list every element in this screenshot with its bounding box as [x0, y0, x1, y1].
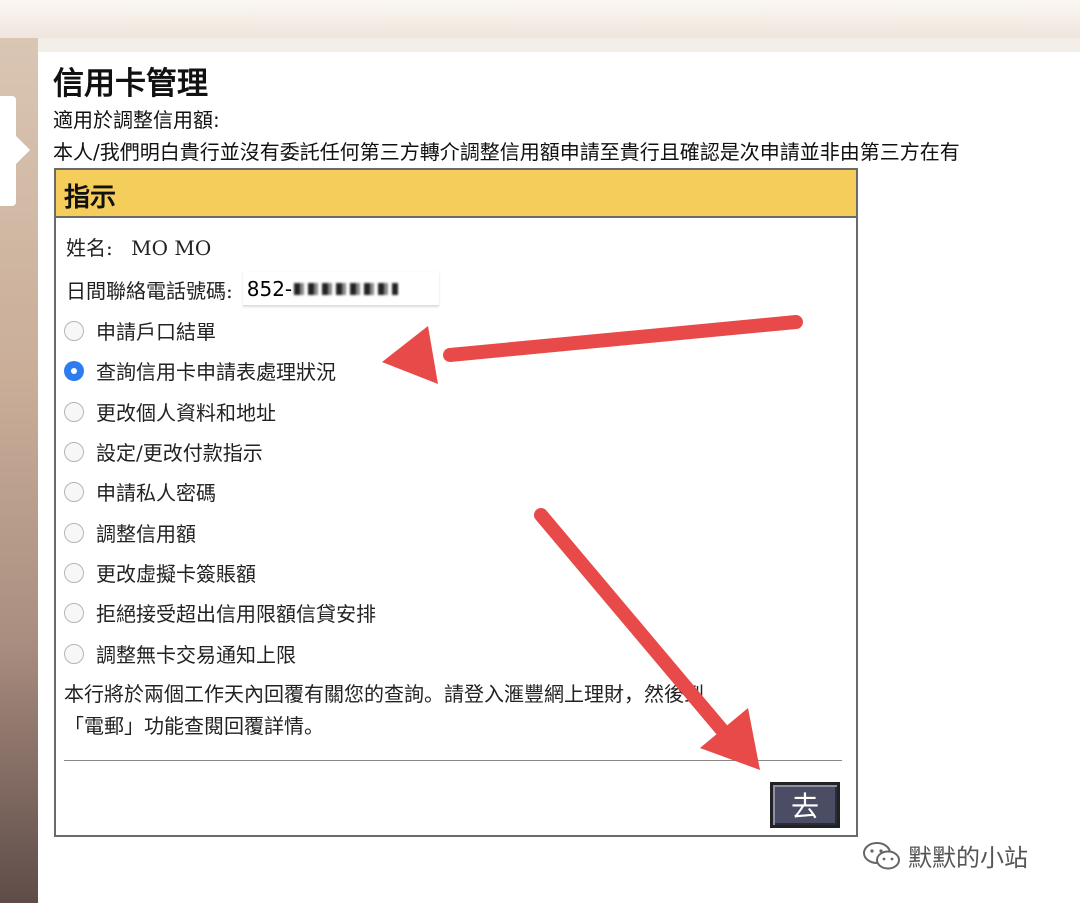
radio-button[interactable] [64, 320, 84, 341]
option-label: 拒絕接受超出信用限額信貸安排 [96, 602, 376, 626]
radio-button[interactable] [64, 481, 84, 502]
option-label: 查詢信用卡申請表處理狀況 [96, 360, 336, 384]
name-value: MO MO [131, 236, 212, 260]
option-label: 更改個人資料和地址 [96, 401, 276, 425]
option-label: 申請戶口結單 [96, 320, 216, 344]
radio-button-selected[interactable] [64, 360, 84, 381]
reply-note: 本行將於兩個工作天內回覆有關您的查詢。請登入滙豐網上理財，然後到 「電郵」功能查… [64, 678, 844, 742]
watermark: 默默的小站 [862, 838, 1028, 873]
adjust-credit-heading: 適用於調整信用額: [53, 108, 220, 132]
option-label: 更改虛擬卡簽賬額 [96, 562, 256, 586]
reply-note-line2: 「電郵」功能查閱回覆詳情。 [64, 714, 324, 738]
radio-button[interactable] [64, 562, 84, 583]
name-label: 姓名: [66, 236, 113, 260]
divider [64, 760, 842, 761]
top-background-strip [0, 0, 1080, 38]
side-tab[interactable] [0, 96, 30, 206]
option-label: 調整無卡交易通知上限 [96, 643, 296, 667]
phone-field[interactable]: 852- [242, 272, 439, 306]
option-label: 調整信用額 [96, 522, 196, 546]
phone-label: 日間聯絡電話號碼: [66, 278, 233, 303]
watermark-text: 默默的小站 [908, 844, 1028, 872]
reply-note-line1: 本行將於兩個工作天內回覆有關您的查詢。請登入滙豐網上理財，然後到 [64, 682, 704, 706]
main-panel: 信用卡管理 適用於調整信用額: 本人/我們明白貴行並沒有委託任何第三方轉介調整信… [38, 52, 1080, 903]
option-account-statement[interactable]: 申請戶口結單 [64, 316, 216, 345]
option-change-personal-info[interactable]: 更改個人資料和地址 [64, 397, 276, 426]
option-adjust-credit-limit[interactable]: 調整信用額 [64, 518, 196, 547]
option-label: 設定/更改付款指示 [96, 441, 263, 465]
option-request-pin[interactable]: 申請私人密碼 [64, 477, 216, 506]
radio-button[interactable] [64, 401, 84, 422]
page-title: 信用卡管理 [53, 66, 208, 102]
radio-button[interactable] [64, 602, 84, 623]
option-cardless-notification[interactable]: 調整無卡交易通知上限 [64, 639, 296, 668]
phone-value: 852- [246, 276, 293, 301]
radio-button[interactable] [64, 522, 84, 543]
wechat-icon [863, 841, 900, 869]
option-label: 申請私人密碼 [96, 481, 216, 505]
option-decline-overlimit[interactable]: 拒絕接受超出信用限額信貸安排 [64, 598, 376, 627]
radio-button[interactable] [64, 441, 84, 462]
option-virtual-card-limit[interactable]: 更改虛擬卡簽賬額 [64, 558, 256, 587]
option-payment-instruction[interactable]: 設定/更改付款指示 [64, 437, 263, 466]
go-button[interactable]: 去 [770, 782, 840, 828]
option-application-status[interactable]: 查詢信用卡申請表處理狀況 [64, 356, 336, 385]
name-row: 姓名: MO MO [66, 232, 211, 261]
declaration-text: 本人/我們明白貴行並沒有委託任何第三方轉介調整信用額申請至貴行且確認是次申請並非… [53, 140, 960, 164]
instruction-form: 指示 姓名: MO MO 日間聯絡電話號碼: 852- 申請戶口結單 查詢信用卡… [54, 168, 858, 837]
radio-button[interactable] [64, 643, 84, 664]
phone-row: 日間聯絡電話號碼: 852- [66, 272, 439, 306]
form-header: 指示 [56, 170, 856, 218]
redacted-phone-digits [294, 282, 399, 295]
